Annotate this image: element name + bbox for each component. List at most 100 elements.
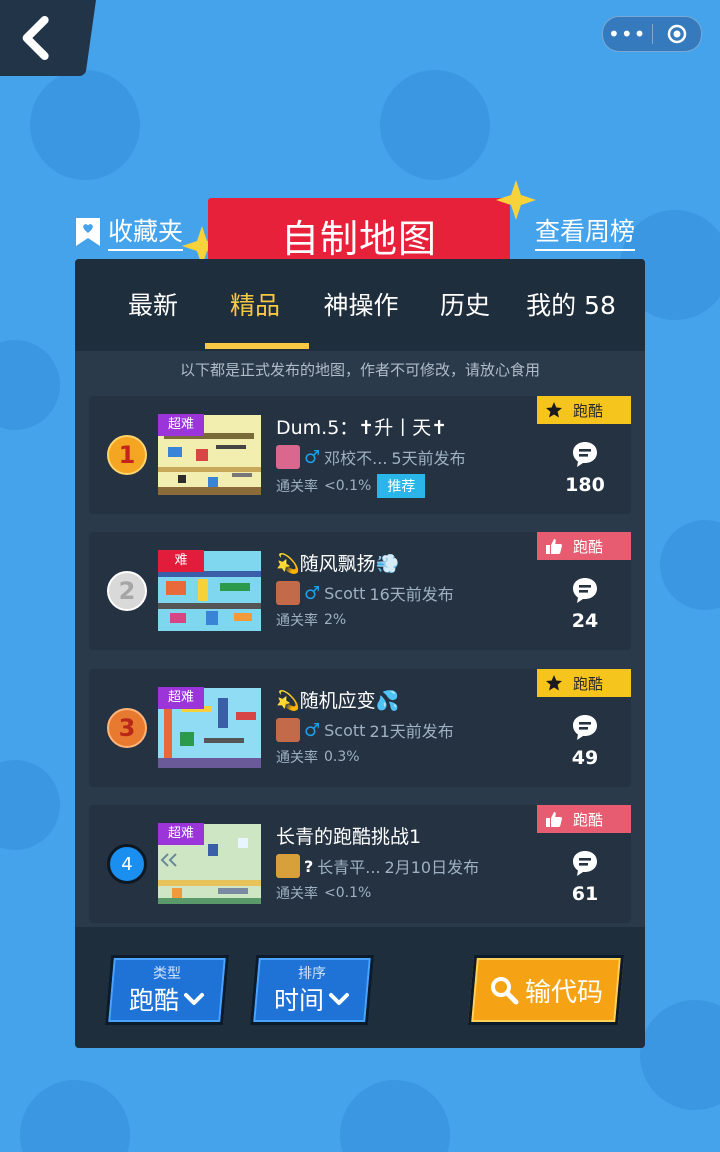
publish-time: 5天前发布 <box>391 449 466 468</box>
rank-silver-medal: 2 <box>107 571 147 611</box>
pass-rate-value: <0.1% <box>324 885 372 901</box>
sort-caption: 排序 <box>298 966 326 982</box>
star-icon <box>546 675 562 691</box>
target-icon <box>667 24 686 44</box>
tab-bar: 最新 精品 神操作 历史 我的 58 <box>75 259 645 351</box>
comment-count-box[interactable]: 24 <box>561 576 609 632</box>
publish-time: 2月10日发布 <box>384 858 480 877</box>
type-tag: 跑酷 <box>537 396 631 424</box>
author-name: Scott <box>324 583 366 603</box>
close-mini-program-button[interactable] <box>653 24 702 44</box>
map-card[interactable]: 3 超难 💫随机应变💦 ♂ Scott 21天前发布 通关率 0.3% 跑酷 4… <box>89 669 631 787</box>
comment-bubble-icon <box>573 851 597 876</box>
pass-rate-label: 通关率 <box>276 613 318 629</box>
comment-count: 49 <box>571 747 599 769</box>
author-row: ♂ Scott 16天前发布 <box>276 581 454 605</box>
gender-male-icon: ♂ <box>304 446 321 468</box>
favorites-label: 收藏夹 <box>108 212 184 251</box>
pass-rate-row: 通关率 <0.1% <box>276 883 371 903</box>
chevron-left-icon <box>22 16 49 60</box>
pass-rate-row: 通关率 <0.1% 推荐 <box>276 474 426 498</box>
publish-time: 16天前发布 <box>369 585 454 604</box>
pass-rate-label: 通关率 <box>276 479 318 495</box>
map-title: 💫随风飘扬💨 <box>276 553 400 575</box>
recommend-badge: 推荐 <box>377 474 426 498</box>
author-row: ♂ 邓校不... 5天前发布 <box>276 445 466 469</box>
more-menu-button[interactable]: ••• <box>603 17 652 51</box>
author-row: ? 长青平... 2月10日发布 <box>276 854 479 878</box>
star-icon <box>546 402 562 418</box>
author-avatar <box>276 581 300 605</box>
pass-rate-label: 通关率 <box>276 886 318 902</box>
difficulty-badge: 超难 <box>158 687 204 709</box>
star-decoration-right <box>496 180 536 220</box>
map-card[interactable]: 1 超难 Dum.5：✝升丨天✝ ♂ 邓校不... 5天前发布 通关率 <0.1… <box>89 396 631 514</box>
favorites-link[interactable]: 收藏夹 <box>74 212 184 251</box>
comment-count: 180 <box>565 474 605 496</box>
type-dropdown[interactable]: 类型 跑酷 <box>104 955 230 1025</box>
bottom-toolbar: 类型 跑酷 排序 时间 输代码 <box>75 927 645 1048</box>
author-name: 邓校不... <box>324 449 388 468</box>
difficulty-badge: 超难 <box>158 823 204 845</box>
sort-dropdown[interactable]: 排序 时间 <box>249 955 375 1025</box>
type-caption: 类型 <box>153 966 181 982</box>
active-tab-indicator <box>205 343 309 349</box>
comment-count: 61 <box>571 883 599 905</box>
type-tag-label: 跑酷 <box>573 537 604 556</box>
map-title: 💫随机应变💦 <box>276 690 400 712</box>
type-tag-label: 跑酷 <box>573 674 604 693</box>
pass-rate-label: 通关率 <box>276 750 318 766</box>
back-button[interactable] <box>0 0 97 76</box>
gender-male-icon: ♂ <box>304 582 321 604</box>
map-card[interactable]: 4 超难 长青的跑酷挑战1 ? 长青平... 2月10日发布 通关率 <0.1%… <box>89 805 631 923</box>
difficulty-badge: 难 <box>158 550 204 572</box>
type-value: 跑酷 <box>128 986 179 1015</box>
author-name: 长青平... <box>317 858 381 877</box>
pass-rate-row: 通关率 0.3% <box>276 747 360 767</box>
author-row: ♂ Scott 21天前发布 <box>276 718 454 742</box>
comment-count: 24 <box>571 610 599 632</box>
comment-count-box[interactable]: 180 <box>561 440 609 496</box>
comment-count-box[interactable]: 49 <box>561 713 609 769</box>
weekly-ranking-link[interactable]: 查看周榜 <box>535 212 636 251</box>
gender-male-icon: ♂ <box>304 719 321 741</box>
type-tag: 跑酷 <box>537 805 631 833</box>
tab-latest[interactable]: 最新 <box>115 289 191 329</box>
tab-god-moves[interactable]: 神操作 <box>313 289 409 329</box>
chevron-down-icon <box>184 993 205 1005</box>
tab-mine[interactable]: 我的 58 <box>513 289 629 329</box>
rank-bronze-medal: 3 <box>107 708 147 748</box>
pass-rate-value: 2% <box>324 612 347 628</box>
comment-count-box[interactable]: 61 <box>561 849 609 905</box>
map-card[interactable]: 2 难 💫随风飘扬💨 ♂ Scott 16天前发布 通关率 2% 跑酷 24 <box>89 532 631 650</box>
type-tag: 跑酷 <box>537 532 631 560</box>
gender-unknown-icon: ? <box>304 856 314 876</box>
publish-time: 21天前发布 <box>369 722 454 741</box>
rank-gold-medal: 1 <box>107 435 147 475</box>
bookmark-heart-icon <box>76 217 100 246</box>
type-tag-label: 跑酷 <box>573 401 604 420</box>
rank-number: 4 <box>107 844 147 884</box>
map-list-panel: 最新 精品 神操作 历史 我的 58 以下都是正式发布的地图，作者不可修改，请放… <box>75 259 645 1048</box>
author-avatar <box>276 854 300 878</box>
tab-history[interactable]: 历史 <box>427 289 503 329</box>
comment-bubble-icon <box>573 715 597 740</box>
type-tag-label: 跑酷 <box>573 810 604 829</box>
map-title: 长青的跑酷挑战1 <box>276 826 422 848</box>
author-name: Scott <box>324 720 366 740</box>
tab-featured[interactable]: 精品 <box>217 289 293 329</box>
comment-bubble-icon <box>573 442 597 467</box>
sort-value: 时间 <box>273 986 324 1015</box>
thumbs-up-icon <box>546 812 562 827</box>
enter-code-button[interactable]: 输代码 <box>467 955 625 1025</box>
thumbs-up-icon <box>546 539 562 554</box>
chevron-down-icon <box>329 993 349 1005</box>
pass-rate-value: <0.1% <box>324 478 372 494</box>
notice-text: 以下都是正式发布的地图，作者不可修改，请放心食用 <box>179 361 540 379</box>
enter-code-label: 输代码 <box>524 977 603 1008</box>
author-avatar <box>276 718 300 742</box>
map-title: Dum.5：✝升丨天✝ <box>276 417 448 439</box>
type-tag: 跑酷 <box>537 669 631 697</box>
difficulty-badge: 超难 <box>158 414 204 436</box>
pass-rate-value: 0.3% <box>324 749 360 765</box>
